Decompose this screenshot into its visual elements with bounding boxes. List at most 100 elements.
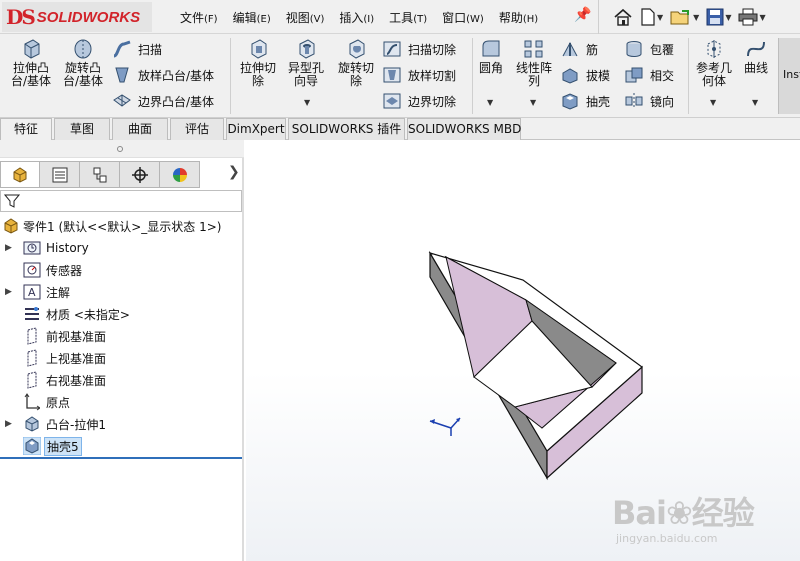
chevron-down-icon[interactable]: ▼ [710,98,716,107]
paw-icon: ❀ [665,494,693,532]
shell-feature-icon [23,437,41,455]
linear-pattern-button[interactable]: 线性阵 列 [512,38,556,88]
tree-item-boss-extrude1[interactable]: ▶ 凸台-拉伸1 [0,413,244,435]
mirror-button[interactable]: 镜向 [624,91,674,111]
chevron-down-icon[interactable]: ▼ [657,13,663,22]
loft-boss-button[interactable]: 放样凸台/基体 [112,65,214,85]
tree-item-shell5[interactable]: 抽壳5 [0,435,244,457]
revolve-cut-button[interactable]: 旋转切 除 [334,38,378,88]
tree-item-right-plane[interactable]: 右视基准面 [0,369,244,391]
tab-solidworks-addins[interactable]: SOLIDWORKS 插件 [288,118,405,140]
tab-dimxpert[interactable]: DimXpert [226,118,286,140]
configuration-manager-tab[interactable] [80,161,120,188]
curves-label: 曲线 [743,61,768,75]
tree-item-history[interactable]: ▶ History [0,237,244,259]
chevron-down-icon[interactable]: ▼ [752,98,758,107]
chevron-down-icon[interactable]: ▼ [693,13,699,22]
tab-solidworks-mbd[interactable]: SOLIDWORKS MBD [407,118,521,140]
tree-item-label: 凸台-拉伸1 [46,417,106,432]
menu-edit[interactable]: 编辑(E) [233,9,271,26]
dimxpert-manager-tab[interactable] [120,161,160,188]
lofted-cut-button[interactable]: 放样切割 [382,65,456,85]
lofted-cut-label: 放样切割 [408,68,457,83]
pin-icon[interactable]: 📌 [574,7,591,23]
lofted-cut-icon [383,67,401,83]
fillet-button[interactable]: 圆角 [474,38,508,75]
chevron-down-icon[interactable]: ▼ [759,13,765,22]
instant3d-button[interactable]: Insta [778,38,800,114]
feature-filter[interactable] [0,190,242,212]
chevron-down-icon[interactable]: ▼ [725,13,731,22]
curves-button[interactable]: 曲线 [740,38,772,75]
feature-manager-tab[interactable] [0,161,40,188]
watermark-url: jingyan.baidu.com [616,532,718,545]
menu-help[interactable]: 帮助(H) [499,9,538,26]
wrap-icon [626,41,642,57]
chevron-right-icon[interactable]: ❯ [228,164,240,180]
new-document-icon[interactable]: ▼ [640,8,663,26]
wrap-button[interactable]: 包覆 [624,39,674,59]
expand-arrow-icon[interactable]: ▶ [5,419,12,429]
save-icon[interactable]: ▼ [706,8,731,26]
revolve-cut-icon [349,39,365,59]
shell-button[interactable]: 抽壳 [560,91,610,111]
solidworks-logo[interactable]: DS SOLIDWORKS [2,2,152,32]
panel-splitter[interactable] [0,140,244,158]
graphics-area[interactable]: Bai❀经验 jingyan.baidu.com [246,140,800,561]
tree-item-front-plane[interactable]: 前视基准面 [0,325,244,347]
open-folder-icon[interactable]: ▼ [670,8,699,26]
print-icon[interactable]: ▼ [738,8,766,26]
ds-logo-mark: DS [6,5,36,29]
draft-button[interactable]: 拔模 [560,65,610,85]
boundary-cut-button[interactable]: 边界切除 [382,91,456,111]
draft-label: 拔模 [586,68,611,83]
extrude-boss-button[interactable]: 拉伸凸 台/基体 [8,38,54,88]
swept-cut-icon [383,41,401,57]
loft-boss-label: 放样凸台/基体 [138,68,215,83]
extrude-cut-button[interactable]: 拉伸切 除 [236,38,280,88]
tree-root-part[interactable]: 零件1 (默认<<默认>_显示状态 1>) [0,215,244,237]
intersect-button[interactable]: 相交 [624,65,674,85]
tree-item-material[interactable]: 材质 <未指定> [0,303,244,325]
tab-sketch[interactable]: 草图 [54,118,110,140]
revolve-boss-button[interactable]: 旋转凸 台/基体 [60,38,106,88]
chevron-down-icon[interactable]: ▼ [530,98,536,107]
home-icon[interactable] [613,8,633,26]
menu-insert[interactable]: 插入(I) [339,9,374,26]
expand-arrow-icon[interactable]: ▶ [5,287,12,297]
menu-file[interactable]: 文件(F) [180,9,218,26]
splitter-handle-icon[interactable] [117,146,123,152]
menu-tools[interactable]: 工具(T) [389,9,427,26]
property-manager-icon [52,167,67,182]
crosshair-icon [131,166,148,183]
tree-item-label: 注解 [46,285,71,300]
display-manager-tab[interactable] [160,161,200,188]
menu-view[interactable]: 视图(V) [286,9,325,26]
tree-item-annotations[interactable]: ▶ A 注解 [0,281,244,303]
tree-item-origin[interactable]: 原点 [0,391,244,413]
tree-item-sensors[interactable]: 传感器 [0,259,244,281]
chevron-down-icon[interactable]: ▼ [304,98,310,107]
property-manager-tab[interactable] [40,161,80,188]
chevron-down-icon[interactable]: ▼ [487,98,493,107]
boundary-boss-button[interactable]: 边界凸台/基体 [112,91,214,111]
wrap-label: 包覆 [650,42,675,57]
tree-item-top-plane[interactable]: 上视基准面 [0,347,244,369]
menu-window[interactable]: 窗口(W) [442,9,484,26]
tab-features[interactable]: 特征 [0,118,52,140]
extrude-boss-icon [24,39,40,59]
swept-cut-button[interactable]: 扫描切除 [382,39,456,59]
fillet-label: 圆角 [478,61,503,75]
boundary-cut-label: 边界切除 [408,94,457,109]
mirror-icon [625,93,643,109]
tab-surfaces[interactable]: 曲面 [112,118,168,140]
rollback-bar[interactable] [0,457,242,459]
expand-arrow-icon[interactable]: ▶ [5,243,12,253]
rib-button[interactable]: 筋 [560,39,598,59]
hole-wizard-button[interactable]: 异型孔 向导 [284,38,328,88]
logo-text: SOLIDWORKS [36,8,141,26]
reference-geometry-button[interactable]: 参考几 何体 [692,38,736,88]
sensor-icon [23,262,41,278]
tab-evaluate[interactable]: 评估 [170,118,224,140]
sweep-button[interactable]: 扫描 [112,39,162,59]
